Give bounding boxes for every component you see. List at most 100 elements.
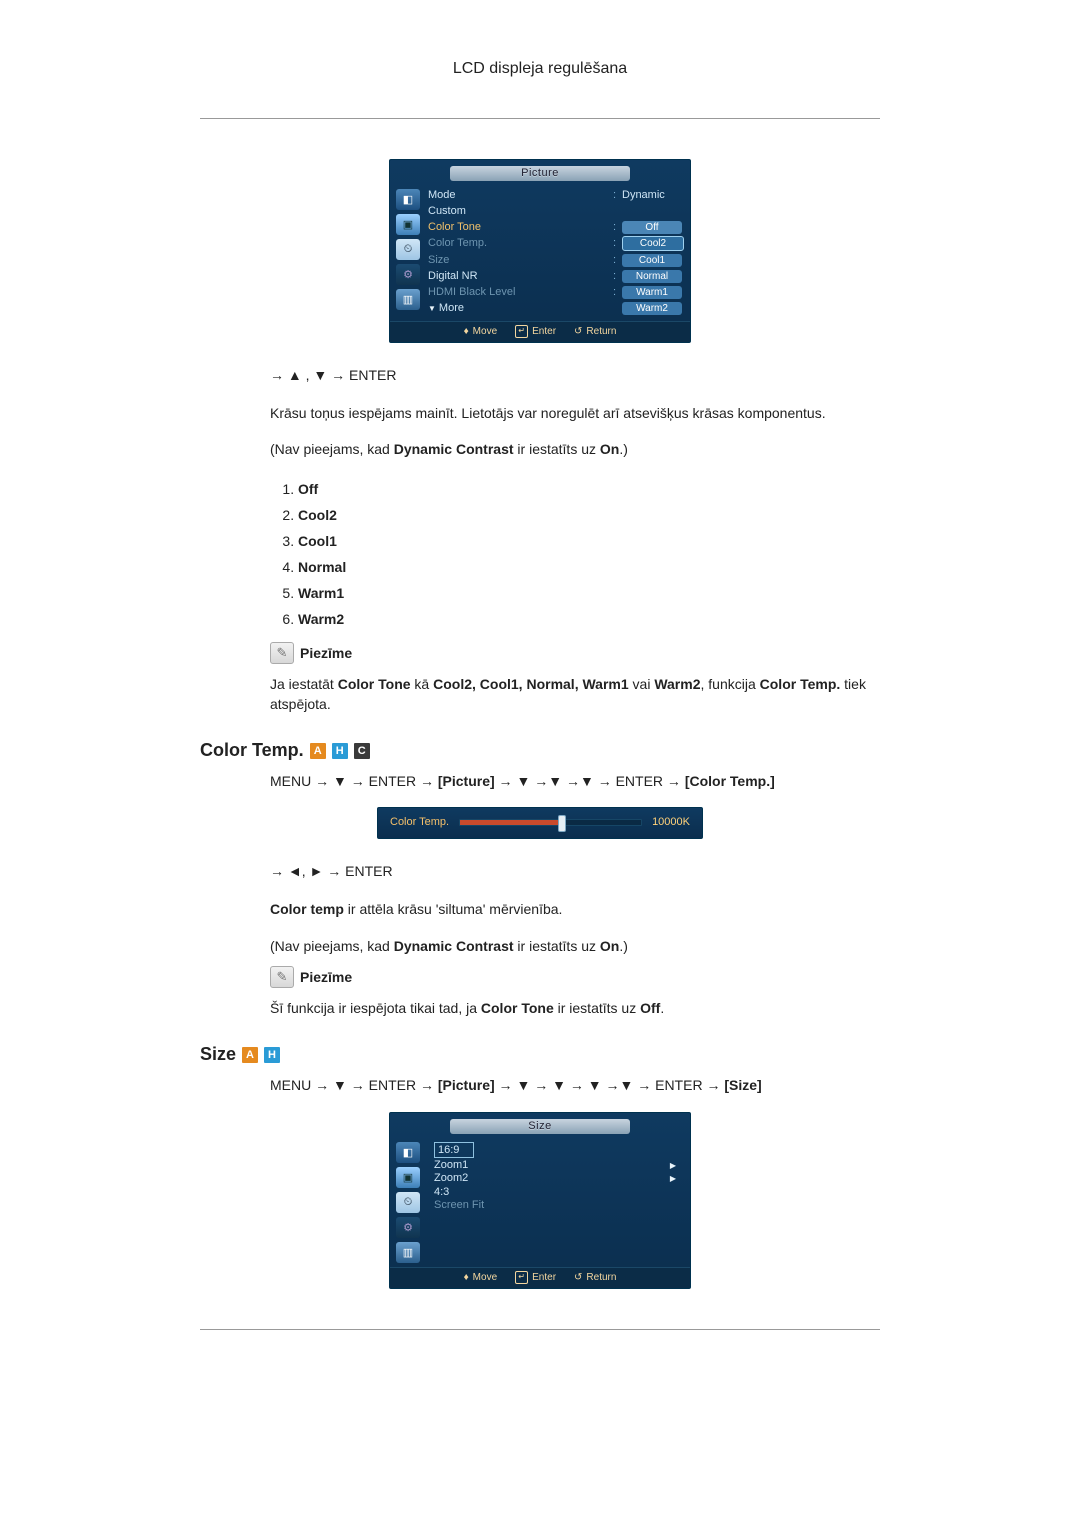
list-item: Warm1 — [298, 580, 880, 606]
badge-c: C — [354, 743, 370, 759]
osd-footer: ♦ Move ↵ Enter ↺ Return — [390, 321, 690, 342]
slider-handle — [558, 815, 566, 832]
osd-row-digitalnr: Digital NR : Normal — [428, 268, 682, 284]
return-icon: ↺ — [574, 326, 582, 337]
page-title: LCD displeja regulēšana — [200, 60, 880, 78]
osd-size-title: Size — [450, 1119, 630, 1134]
note-text: Ja iestatāt Color Tone kā Cool2, Cool1, … — [270, 674, 880, 715]
osd-size-row: Zoom1 ▶ — [428, 1159, 682, 1172]
note-label: Piezīme — [300, 645, 352, 661]
chevron-right-icon: ▶ — [670, 1159, 676, 1172]
picture-icon: ▣ — [396, 1167, 420, 1188]
paragraph: (Nav pieejams, kad Dynamic Contrast ir i… — [270, 936, 880, 956]
badge-h: H — [264, 1047, 280, 1063]
footer-move: Move — [473, 326, 497, 337]
section-heading-colortemp: Color Temp. A H C — [200, 740, 880, 761]
osd-value: Warm2 — [622, 302, 682, 315]
osd-label: Mode — [428, 188, 607, 202]
badge-h: H — [332, 743, 348, 759]
display-icon: ◧ — [396, 1142, 420, 1163]
rule-bottom — [200, 1329, 880, 1330]
enter-icon: ↵ — [515, 1271, 528, 1284]
slider-value: 10000K — [652, 816, 690, 828]
footer-return: Return — [586, 1272, 616, 1283]
osd-label: Digital NR — [428, 269, 607, 283]
osd-picture: Picture ◧ ▣ ⏲ ⚙ ▥ Mode : Dynamic Cu — [389, 159, 691, 343]
move-icon: ♦ — [464, 1272, 469, 1283]
list-item: Off — [298, 476, 880, 502]
paragraph: (Nav pieejams, kad Dynamic Contrast ir i… — [270, 439, 880, 459]
input-icon: ▥ — [396, 289, 420, 310]
nav-sequence: → ▲ , ▼ → ENTER — [270, 367, 880, 383]
osd-value: Off — [622, 221, 682, 234]
sound-icon: ⚙ — [396, 264, 420, 285]
osd-value: Warm1 — [622, 286, 682, 299]
osd-label: Size — [428, 253, 607, 267]
osd-row-more: ▼More Warm2 — [428, 300, 682, 317]
osd-label: More — [439, 302, 464, 314]
osd-sidebar-icons: ◧ ▣ ⏲ ⚙ ▥ — [396, 1140, 420, 1263]
osd-label: Zoom2 — [434, 1172, 468, 1185]
list-item: Cool2 — [298, 502, 880, 528]
list-item: Normal — [298, 554, 880, 580]
osd-size: Size ◧ ▣ ⏲ ⚙ ▥ 16:9 Zoom1 ▶ — [389, 1112, 691, 1289]
osd-sidebar-icons: ◧ ▣ ⏲ ⚙ ▥ — [396, 187, 420, 310]
note-text: Šī funkcija ir iespējota tikai tad, ja C… — [270, 998, 880, 1018]
slider-track — [459, 819, 642, 826]
osd-value: Cool1 — [622, 254, 682, 267]
footer-enter: Enter — [532, 326, 556, 337]
menu-path: MENU → ▼ → ENTER → [Picture] → ▼ → ▼ → ▼… — [270, 1075, 880, 1095]
osd-label: Zoom1 — [434, 1159, 468, 1172]
move-icon: ♦ — [464, 326, 469, 337]
osd-footer: ♦ Move ↵ Enter ↺ Return — [390, 1267, 690, 1288]
osd-value: Dynamic — [622, 188, 682, 202]
osd-row-colortone: Color Tone : Off — [428, 219, 682, 235]
osd-label: Custom — [428, 204, 610, 218]
footer-return: Return — [586, 326, 616, 337]
osd-row-mode: Mode : Dynamic — [428, 187, 682, 203]
note-icon: ✎ — [270, 966, 294, 988]
osd-row-colortemp: Color Temp. : Cool2 — [428, 235, 682, 252]
osd-picture-title: Picture — [450, 166, 630, 181]
badge-a: A — [310, 743, 326, 759]
osd-label: Color Temp. — [428, 236, 607, 251]
rule-top — [200, 118, 880, 119]
osd-label: HDMI Black Level — [428, 285, 607, 299]
chevron-down-icon: ▼ — [428, 304, 436, 313]
osd-row-custom: Custom — [428, 203, 682, 219]
section-heading-size: Size A H — [200, 1044, 880, 1065]
slider-fill — [460, 820, 560, 825]
osd-value: Normal — [622, 270, 682, 283]
settings-icon: ⏲ — [396, 239, 420, 260]
osd-size-row: 16:9 — [428, 1142, 682, 1159]
osd-size-row: 4:3 — [428, 1185, 682, 1199]
chevron-right-icon: ▶ — [670, 1172, 676, 1185]
enter-icon: ↵ — [515, 325, 528, 338]
osd-value: Cool2 — [622, 236, 684, 251]
osd-size-row: Zoom2 ▶ — [428, 1172, 682, 1185]
osd-row-hdmibl: HDMI Black Level : Warm1 — [428, 284, 682, 300]
return-icon: ↺ — [574, 1272, 582, 1283]
osd-size-row: Screen Fit — [428, 1199, 682, 1212]
note-label: Piezīme — [300, 969, 352, 985]
list-item: Warm2 — [298, 606, 880, 632]
menu-path: MENU → ▼ → ENTER → [Picture] → ▼ →▼ →▼ →… — [270, 771, 880, 791]
options-list: Off Cool2 Cool1 Normal Warm1 Warm2 — [270, 476, 880, 632]
footer-enter: Enter — [532, 1272, 556, 1283]
osd-size-selected: 16:9 — [434, 1142, 474, 1158]
list-item: Cool1 — [298, 528, 880, 554]
slider-label: Color Temp. — [390, 816, 449, 828]
osd-row-size: Size : Cool1 — [428, 252, 682, 268]
nav-sequence: → ◄, ► → ENTER — [270, 863, 880, 879]
osd-label: Color Tone — [428, 220, 607, 234]
badge-a: A — [242, 1047, 258, 1063]
settings-icon: ⏲ — [396, 1192, 420, 1213]
sound-icon: ⚙ — [396, 1217, 420, 1238]
footer-move: Move — [473, 1272, 497, 1283]
paragraph: Color temp ir attēla krāsu 'siltuma' mēr… — [270, 899, 880, 919]
note-icon: ✎ — [270, 642, 294, 664]
display-icon: ◧ — [396, 189, 420, 210]
input-icon: ▥ — [396, 1242, 420, 1263]
picture-icon: ▣ — [396, 214, 420, 235]
paragraph: Krāsu toņus iespējams mainīt. Lietotājs … — [270, 403, 880, 423]
